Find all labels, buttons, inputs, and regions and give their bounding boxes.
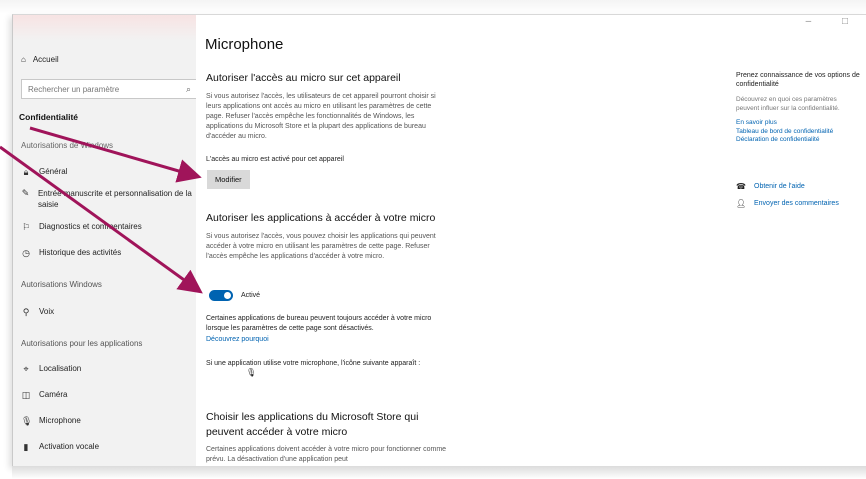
sidebar-item-diagnostics[interactable]: ⚐ Diagnostics et commentaires [21, 222, 142, 233]
sidebar-item-label: Historique des activités [39, 248, 122, 257]
sidebar-group-app-permissions: Autorisations pour les applications [21, 339, 143, 348]
search-input[interactable]: Rechercher un paramètre ⌕ [21, 79, 196, 99]
location-icon: ⌖ [23, 364, 29, 374]
sidebar-item-location[interactable]: ⌖ Localisation [21, 364, 81, 375]
sidebar-item-inking[interactable]: ✎ Entrée manuscrite et personnalisation … [21, 188, 196, 210]
sidebar-item-general[interactable]: 🔒︎ Général [21, 167, 68, 178]
sidebar: ⌂ Accueil Rechercher un paramètre ⌕ Conf… [13, 15, 196, 466]
sidebar-item-microphone[interactable]: 🎙︎ Microphone [21, 416, 81, 427]
sidebar-item-voice-activation[interactable]: ▮ Activation vocale [21, 442, 100, 453]
sidebar-item-camera[interactable]: ◫ Caméra [21, 390, 68, 401]
learn-why-link[interactable]: Découvrez pourquoi [206, 335, 269, 345]
sidebar-item-label: Microphone [39, 416, 81, 425]
toggle-state-label: Activé [241, 291, 261, 299]
window-bottom-edge [12, 466, 866, 479]
sidebar-home-label: Accueil [32, 55, 59, 64]
sidebar-item-label: Activation vocale [39, 442, 100, 451]
camera-icon: ◫ [21, 390, 31, 400]
sidebar-item-label: Caméra [39, 390, 68, 399]
page-title: Microphone [205, 36, 284, 53]
microphone-indicator-icon: 🎙︎ [246, 368, 257, 377]
related-settings-panel: Prenez connaissance de vos options de co… [736, 71, 866, 208]
sidebar-header [13, 15, 196, 41]
voice-activation-icon: ▮ [23, 442, 29, 452]
privacy-dashboard-link[interactable]: Tableau de bord de confidentialité [736, 128, 866, 137]
sidebar-item-label: Général [39, 167, 68, 176]
learn-more-link[interactable]: En savoir plus [736, 119, 866, 128]
section-device-access-text: Si vous autorisez l'accès, les utilisate… [206, 93, 436, 140]
privacy-options-text: Découvrez en quoi ces paramètres peuvent… [736, 96, 840, 112]
section-app-access-text: Si vous autorisez l'accès, vous pouvez c… [206, 233, 436, 260]
get-help-link[interactable]: ☎ Obtenir de l'aide [736, 182, 866, 191]
sidebar-group-windows-permissions: Autorisations Windows [21, 280, 102, 289]
section-app-access-heading: Autoriser les applications à accéder à v… [206, 212, 436, 224]
speech-icon: ⚲ [22, 307, 30, 317]
privacy-options-title: Prenez connaissance de vos options de co… [736, 72, 860, 88]
window-controls[interactable]: – □ [806, 16, 862, 27]
history-icon: ◷ [22, 248, 30, 258]
app-access-toggle[interactable] [209, 290, 233, 301]
send-feedback-link[interactable]: 👤︎ Envoyer des commentaires [736, 199, 866, 208]
mic-icon-note: Si une application utilise votre microph… [206, 360, 421, 367]
pen-icon: ✎ [21, 188, 30, 198]
section-device-access-heading: Autoriser l'accès au micro sur cet appar… [206, 72, 401, 84]
app-access-toggle-row: Activé [209, 290, 260, 301]
device-access-status: L'accès au micro est activé pour cet app… [206, 156, 344, 163]
modify-button[interactable]: Modifier [207, 170, 250, 189]
privacy-statement-link[interactable]: Déclaration de confidentialité [736, 136, 866, 145]
sidebar-item-label: Entrée manuscrite et personnalisation de… [37, 189, 192, 209]
feedback-person-icon: 👤︎ [736, 198, 747, 208]
section-store-apps-heading: Choisir les applications du Microsoft St… [206, 411, 419, 438]
window-top-edge [0, 0, 866, 14]
desktop-apps-note: Certaines applications de bureau peuvent… [206, 315, 432, 332]
feedback-icon: ⚐ [21, 222, 31, 232]
search-icon[interactable]: ⌕ [186, 84, 191, 95]
sidebar-section-title: Confidentialité [19, 112, 79, 122]
sidebar-home[interactable]: ⌂ Accueil [21, 55, 59, 64]
sidebar-item-label: Diagnostics et commentaires [39, 222, 142, 231]
search-placeholder: Rechercher un paramètre [28, 85, 120, 94]
sidebar-item-label: Localisation [39, 364, 82, 373]
sidebar-item-label: Voix [39, 307, 55, 316]
microphone-icon: 🎙︎ [21, 416, 33, 426]
help-icon: ☎ [736, 181, 746, 191]
sidebar-group-windows: Autorisations de Windows [21, 141, 114, 150]
sidebar-item-activity-history[interactable]: ◷ Historique des activités [21, 248, 121, 259]
home-icon: ⌂ [21, 55, 26, 64]
send-feedback-label: Envoyer des commentaires [754, 199, 839, 207]
lock-icon: 🔒︎ [23, 167, 29, 177]
sidebar-item-voice[interactable]: ⚲ Voix [21, 307, 54, 318]
section-store-apps-text: Certaines applications doivent accéder à… [206, 446, 447, 463]
get-help-label: Obtenir de l'aide [754, 182, 805, 190]
